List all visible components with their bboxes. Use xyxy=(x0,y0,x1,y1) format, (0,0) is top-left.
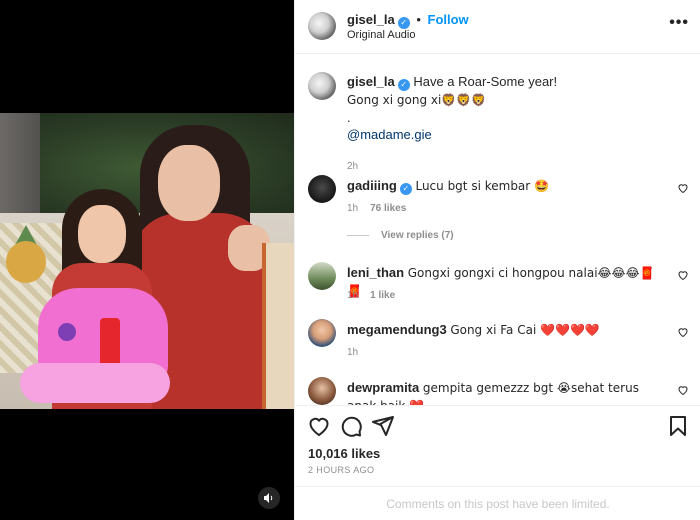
comment-text: dewpramita gempita gemezzz bgt 😭sehat te… xyxy=(347,379,667,405)
heart-icon[interactable] xyxy=(307,414,331,438)
comment-body: Gong xi Fa Cai ❤️❤️❤️❤️ xyxy=(450,323,600,337)
mute-button[interactable] xyxy=(258,487,280,509)
author-line: gisel_la ✓ • Follow xyxy=(347,12,469,29)
comment-meta: 1h 76 likes xyxy=(347,203,406,214)
caption-line-2: Gong xi gong xi🦁🦁🦁 xyxy=(347,92,487,107)
comment-time: 1h xyxy=(347,203,359,214)
separator-dot: • xyxy=(416,12,421,27)
caption-username[interactable]: gisel_la xyxy=(347,74,395,89)
comment-meta: 1h xyxy=(347,347,358,358)
lion-fur xyxy=(20,363,170,403)
comments-limited-notice: Comments on this post have been limited. xyxy=(295,486,700,520)
likes-count[interactable]: 10,016 likes xyxy=(308,446,380,461)
comment-time: 1h xyxy=(347,290,359,301)
caption-line-3: . xyxy=(347,109,351,125)
caption-time: 2h xyxy=(347,161,359,172)
post-media[interactable] xyxy=(0,0,294,520)
verified-badge-icon: ✓ xyxy=(399,182,412,195)
more-options-icon[interactable]: ••• xyxy=(669,14,689,32)
girl-face xyxy=(78,205,126,263)
woman-face xyxy=(158,145,220,221)
author-username[interactable]: gisel_la xyxy=(347,12,395,27)
audio-label[interactable]: Original Audio xyxy=(347,29,416,41)
commenter-avatar[interactable] xyxy=(308,377,336,405)
follow-button[interactable]: Follow xyxy=(428,12,469,27)
comments-list[interactable]: gisel_la ✓ Have a Roar-Some year! Gong xi… xyxy=(295,55,700,405)
paper-plane-icon[interactable] xyxy=(371,414,395,438)
comment-meta: 1h 1 like xyxy=(347,290,395,301)
commenter-username[interactable]: megamendung3 xyxy=(347,322,447,337)
view-replies-label: View replies (7) xyxy=(381,230,454,241)
commenter-avatar[interactable] xyxy=(308,319,336,347)
lion-nose xyxy=(100,318,120,368)
comment-icon[interactable] xyxy=(339,414,363,438)
commenter-username[interactable]: gadiiing xyxy=(347,178,397,193)
verified-badge-icon: ✓ xyxy=(397,16,410,29)
caption-mention-link[interactable]: @madame.gie xyxy=(347,127,432,142)
comment-time: 1h xyxy=(347,347,359,358)
commenter-username[interactable]: leni_than xyxy=(347,265,404,280)
commenter-username[interactable]: dewpramita xyxy=(347,380,419,395)
post-side-panel: gisel_la ✓ • Follow Original Audio ••• gi… xyxy=(294,0,700,520)
caption-line-1: Have a Roar-Some year! xyxy=(413,74,558,89)
bookmark-icon[interactable] xyxy=(666,414,690,438)
lion-eye xyxy=(58,323,76,341)
post-video[interactable] xyxy=(0,113,294,409)
caption-text: gisel_la ✓ Have a Roar-Some year! Gong xi… xyxy=(347,73,667,143)
pineapple xyxy=(6,241,46,283)
comment-like-icon[interactable] xyxy=(677,326,689,338)
comment-like-icon[interactable] xyxy=(677,182,689,194)
author-avatar[interactable] xyxy=(308,12,336,40)
verified-badge-icon: ✓ xyxy=(397,78,410,91)
post-header: gisel_la ✓ • Follow Original Audio ••• xyxy=(295,0,700,54)
gift-box xyxy=(262,243,294,409)
replies-divider xyxy=(347,234,369,236)
comment-like-icon[interactable] xyxy=(677,269,689,281)
view-replies-button[interactable]: View replies (7) xyxy=(347,230,454,241)
caption-avatar[interactable] xyxy=(308,72,336,100)
post-actions: 10,016 likes 2 HOURS AGO Comments on thi… xyxy=(295,405,700,520)
comment-likes[interactable]: 1 like xyxy=(370,290,395,301)
comment-text: megamendung3 Gong xi Fa Cai ❤️❤️❤️❤️ xyxy=(347,321,667,339)
comment-likes[interactable]: 76 likes xyxy=(370,203,406,214)
post-timestamp: 2 HOURS AGO xyxy=(308,465,375,475)
commenter-avatar[interactable] xyxy=(308,175,336,203)
comment-body: Lucu bgt si kembar 🤩 xyxy=(415,179,549,193)
speaker-muted-icon xyxy=(264,493,273,503)
comment-like-icon[interactable] xyxy=(677,384,689,396)
comment-text: gadiiing ✓ Lucu bgt si kembar 🤩 xyxy=(347,177,667,195)
commenter-avatar[interactable] xyxy=(308,262,336,290)
